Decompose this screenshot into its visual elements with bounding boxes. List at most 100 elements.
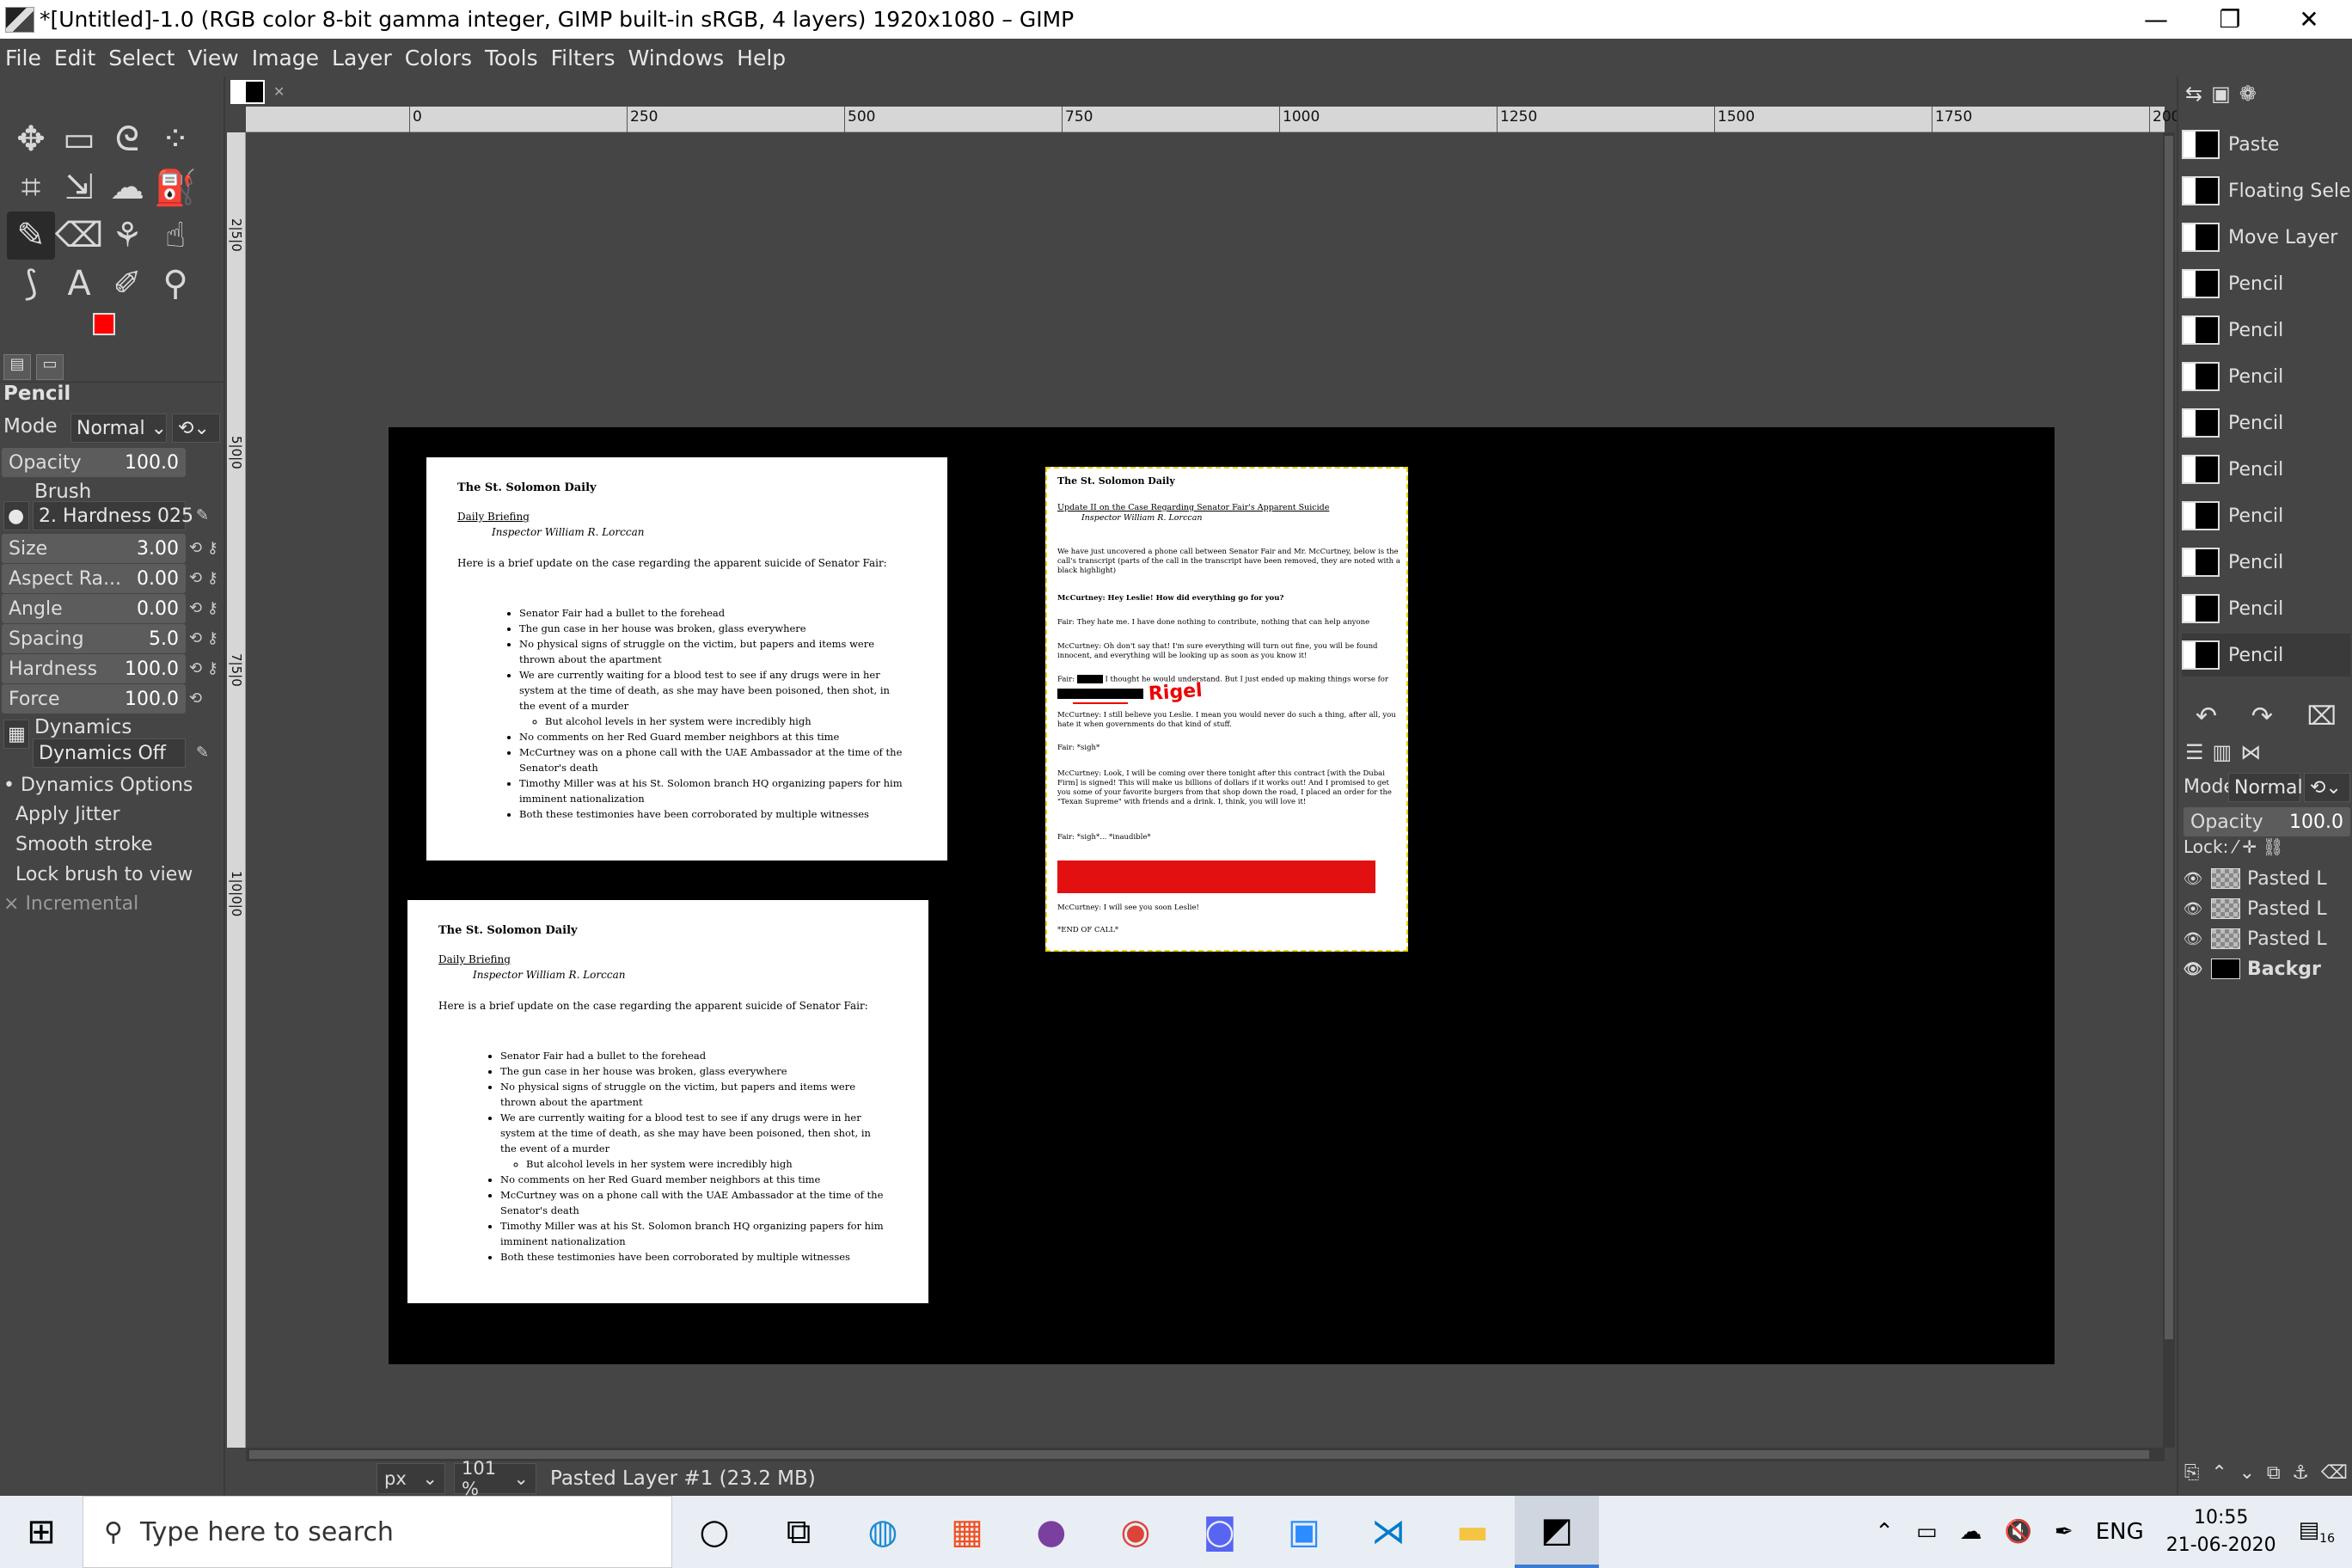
history-item[interactable]: Pencil	[2182, 401, 2350, 444]
maximize-button[interactable]: ❐	[2190, 0, 2269, 39]
dynamics-selector[interactable]: Dynamics Off	[33, 738, 186, 768]
aspect-ratio-slider[interactable]: Aspect Ra... 0.00	[2, 564, 186, 593]
lower-layer-icon[interactable]: ⌄	[2239, 1462, 2255, 1484]
volume-muted-icon[interactable]: 🔇	[2005, 1519, 2032, 1545]
text-tool-icon[interactable]: A	[55, 260, 103, 308]
dynamics-options-expander[interactable]: • Dynamics Options	[3, 775, 193, 796]
zoom-dropdown[interactable]: 101 % ⌄	[454, 1458, 536, 1499]
hardness-reset-icon[interactable]: ⟲ ⚷	[189, 659, 218, 677]
duplicate-layer-icon[interactable]: ⧉	[2267, 1462, 2281, 1484]
mode-reset-button[interactable]: ⟲⌄	[172, 413, 220, 443]
layer-row[interactable]: 👁 Pasted L	[2182, 864, 2352, 893]
clear-history-icon[interactable]: ⌧	[2307, 701, 2337, 732]
pencil-tool-icon[interactable]: ✎	[7, 211, 55, 260]
aspect-reset-icon[interactable]: ⟲ ⚷	[189, 569, 218, 587]
history-item[interactable]: Pencil	[2182, 541, 2350, 584]
layer-mode-reset[interactable]: ⟲⌄	[2304, 773, 2350, 802]
brush-edit-icon[interactable]: ✎	[196, 506, 209, 524]
path-tool-icon[interactable]: ⟆	[7, 260, 55, 308]
history-item[interactable]: Pencil	[2182, 587, 2350, 630]
eye-icon[interactable]: 👁	[2182, 960, 2204, 978]
battery-icon[interactable]: ▭	[1916, 1519, 1938, 1545]
fg-bg-color-swatch[interactable]	[93, 313, 127, 347]
warp-tool-icon[interactable]: ☁	[103, 163, 151, 211]
vscode-icon[interactable]: ⋊	[1346, 1496, 1430, 1568]
layer-row[interactable]: 👁 Backgr	[2182, 954, 2352, 983]
history-item[interactable]: Pencil	[2182, 634, 2350, 677]
angle-reset-icon[interactable]: ⟲ ⚷	[189, 599, 218, 617]
discord-icon[interactable]: ◙	[1178, 1496, 1262, 1568]
image-canvas[interactable]: The St. Solomon Daily Daily Briefing Ins…	[389, 427, 2055, 1364]
eye-icon[interactable]: 👁	[2182, 900, 2204, 918]
opacity-slider[interactable]: Opacity 100.0	[2, 448, 186, 477]
horizontal-scroll-thumb[interactable]	[249, 1450, 2149, 1459]
menu-filters[interactable]: Filters	[551, 46, 616, 70]
history-item[interactable]: Move Layer	[2182, 216, 2350, 259]
file-explorer-icon[interactable]: ▬	[1430, 1496, 1515, 1568]
task-view-icon[interactable]: ⧉	[756, 1496, 841, 1568]
pen-icon[interactable]: ✒	[2055, 1519, 2073, 1545]
foreground-color[interactable]	[93, 313, 115, 335]
device-status-tab-icon[interactable]: ▭	[36, 353, 64, 380]
eraser-tool-icon[interactable]: ⌫	[55, 211, 104, 260]
brushes-tab-icon[interactable]: ❁	[2239, 82, 2257, 106]
layer-opacity-slider[interactable]: Opacity 100.0	[2184, 807, 2350, 836]
move-tool-icon[interactable]: ✥	[7, 115, 55, 163]
menu-tools[interactable]: Tools	[485, 46, 538, 70]
undo-history-tab-icon[interactable]: ⇆	[2185, 82, 2202, 106]
eye-icon[interactable]: 👁	[2182, 930, 2204, 948]
smudge-tool-icon[interactable]: ☝	[151, 211, 199, 260]
tool-options-tab-icon[interactable]: ▤	[3, 353, 31, 380]
history-item[interactable]: Pencil	[2182, 494, 2350, 537]
menu-help[interactable]: Help	[737, 46, 786, 70]
force-slider[interactable]: Force 100.0	[2, 684, 186, 714]
size-reset-icon[interactable]: ⟲ ⚷	[189, 539, 218, 557]
menu-image[interactable]: Image	[252, 46, 319, 70]
layers-tab-icon[interactable]: ☰	[2185, 740, 2204, 764]
dynamics-preview-icon[interactable]: ▦	[3, 720, 29, 749]
bucket-fill-tool-icon[interactable]: ⛽	[151, 163, 199, 211]
scale-tool-icon[interactable]: ⇲	[55, 163, 103, 211]
language-indicator[interactable]: ENG	[2096, 1519, 2144, 1545]
history-item[interactable]: Pencil	[2182, 262, 2350, 305]
layer-row[interactable]: 👁 Pasted L	[2182, 924, 2352, 953]
fuzzy-select-tool-icon[interactable]: ⁘	[151, 115, 199, 163]
clock[interactable]: 10:55 21-06-2020	[2166, 1504, 2276, 1559]
zoom-app-icon[interactable]: ▣	[1262, 1496, 1346, 1568]
dynamics-edit-icon[interactable]: ✎	[196, 744, 209, 762]
history-item[interactable]: Paste	[2182, 123, 2350, 166]
history-item[interactable]: Pencil	[2182, 355, 2350, 398]
vertical-scrollbar[interactable]	[2163, 132, 2175, 1448]
delete-layer-icon[interactable]: ⌫	[2321, 1462, 2348, 1484]
menu-windows[interactable]: Windows	[628, 46, 725, 70]
close-button[interactable]: ✕	[2269, 0, 2349, 39]
menu-select[interactable]: Select	[108, 46, 175, 70]
github-desktop-icon[interactable]: ●	[1009, 1496, 1093, 1568]
hardness-slider[interactable]: Hardness 100.0	[2, 654, 186, 683]
menu-view[interactable]: View	[187, 46, 238, 70]
incremental-checkbox[interactable]: × Incremental	[3, 893, 138, 915]
notifications-icon[interactable]: ▤16	[2299, 1517, 2335, 1546]
gimp-taskbar-icon[interactable]: ◩	[1515, 1496, 1599, 1568]
size-slider[interactable]: Size 3.00	[2, 534, 186, 563]
rect-select-tool-icon[interactable]: ▭	[55, 115, 103, 163]
apply-jitter-checkbox[interactable]: Apply Jitter	[3, 804, 120, 825]
history-item[interactable]: Pencil	[2182, 448, 2350, 491]
show-hidden-icons-icon[interactable]: ⌃	[1875, 1519, 1894, 1545]
chrome-icon[interactable]: ◉	[1093, 1496, 1178, 1568]
menu-file[interactable]: File	[5, 46, 41, 70]
history-item[interactable]: Floating Sele	[2182, 169, 2350, 212]
cortana-icon[interactable]: ○	[672, 1496, 756, 1568]
force-reset-icon[interactable]: ⟲	[189, 689, 202, 707]
close-tab-icon[interactable]: ✕	[273, 83, 285, 100]
layer-row-selected[interactable]: 👁 Pasted L	[2182, 894, 2352, 923]
new-layer-icon[interactable]: ⎘	[2184, 1462, 2200, 1484]
channels-tab-icon[interactable]: ▥	[2213, 740, 2233, 764]
vertical-scroll-thumb[interactable]	[2165, 136, 2173, 1339]
pasted-page-2[interactable]: The St. Solomon Daily Daily Briefing Ins…	[407, 900, 928, 1303]
lock-brush-checkbox[interactable]: Lock brush to view	[3, 864, 193, 885]
menu-colors[interactable]: Colors	[405, 46, 472, 70]
image-tab-thumbnail[interactable]	[230, 79, 265, 104]
menu-layer[interactable]: Layer	[332, 46, 392, 70]
spacing-reset-icon[interactable]: ⟲ ⚷	[189, 629, 218, 647]
